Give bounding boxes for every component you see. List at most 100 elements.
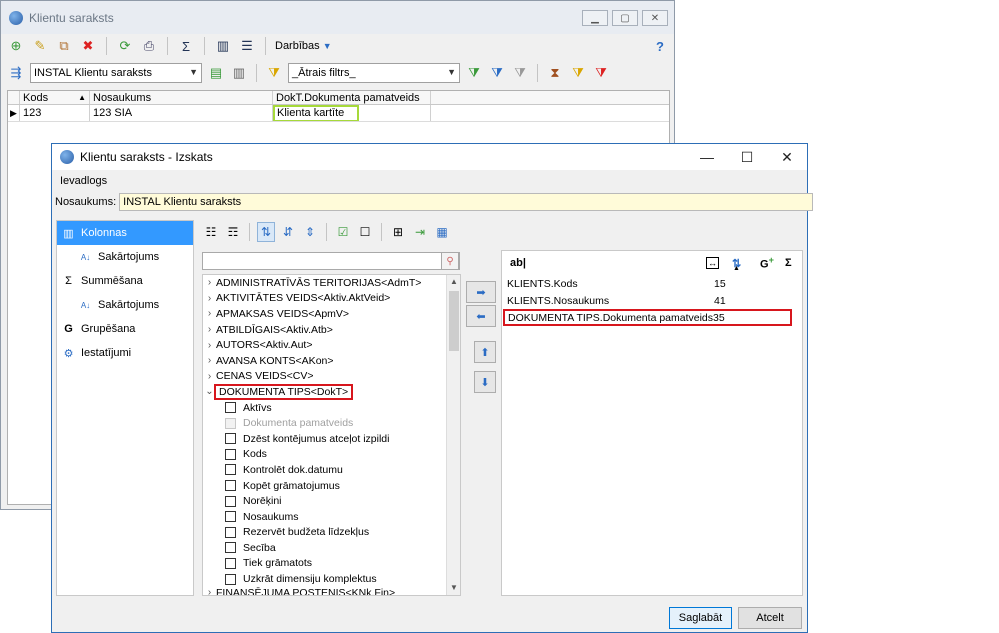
sum-filter-icon[interactable]: ⧩	[569, 64, 587, 82]
tree-field-item[interactable]: Dzēst kontējumus atceļot izpildi	[203, 431, 460, 447]
field-checkbox[interactable]	[225, 511, 236, 523]
minimize-button[interactable]: —	[687, 144, 727, 170]
list-icon[interactable]: ☷	[202, 222, 220, 242]
scroll-up-icon[interactable]: ▲	[447, 275, 460, 289]
nav-item-column-sort[interactable]: A↓ Sakārtojums	[57, 245, 193, 269]
selected-column-row[interactable]: KLIENTS.Kods 15	[502, 275, 802, 292]
tree-field-item[interactable]: Secība	[203, 540, 460, 556]
tree-field-item[interactable]: Dokumenta pamatveids	[203, 415, 460, 431]
column-header-kods[interactable]: Kods ▲	[20, 91, 90, 104]
selected-column-row-highlighted[interactable]: DOKUMENTA TIPS.Dokumenta pamatveids 35	[503, 309, 792, 326]
expand-tree-icon[interactable]: ⊞	[389, 222, 407, 242]
cancel-button[interactable]: Atcelt	[738, 607, 802, 629]
nav-item-settings[interactable]: ⚙ Iestatījumi	[57, 341, 193, 365]
sort-za-icon[interactable]: ⇵	[279, 222, 297, 242]
selected-column-row[interactable]: KLIENTS.Nosaukums 41	[502, 292, 802, 309]
cell-kods[interactable]: 123	[20, 105, 90, 121]
refresh-icon[interactable]: ⟳	[116, 37, 134, 55]
maximize-button[interactable]: ☐	[727, 144, 767, 170]
add-field-icon[interactable]: ⇥	[411, 222, 429, 242]
tree-field-item[interactable]: Kods	[203, 447, 460, 463]
manage-layouts-icon[interactable]: ▥	[230, 64, 248, 82]
nav-item-grouping[interactable]: G Grupēšana	[57, 317, 193, 341]
tree-scrollbar[interactable]: ▲ ▼	[446, 275, 460, 595]
close-button[interactable]: ✕	[642, 10, 668, 26]
field-checkbox[interactable]	[225, 464, 236, 476]
tree-group[interactable]: › AVANSA KONTS<AKon>	[203, 353, 460, 369]
field-settings-icon[interactable]: ▦	[433, 222, 451, 242]
field-search-input[interactable]: ⚲	[202, 252, 460, 270]
search-icon[interactable]: ⚲	[441, 252, 459, 270]
tree-field-item[interactable]: Kopēt grāmatojumus	[203, 478, 460, 494]
field-checkbox[interactable]	[225, 573, 236, 585]
field-checkbox[interactable]	[225, 557, 236, 569]
tree-group-cut-off[interactable]: › FINANSĒJUMA POSTENIS<KNk.Fin>	[203, 587, 460, 595]
tree-field-item[interactable]: Nosaukums	[203, 509, 460, 525]
field-checkbox[interactable]	[225, 526, 236, 538]
field-checkbox[interactable]	[225, 433, 236, 445]
tree-group[interactable]: › AKTIVITĀTES VEIDS<Aktiv.AktVeid>	[203, 291, 460, 307]
copy-icon[interactable]: ⧉	[55, 37, 73, 55]
cell-doktype[interactable]: Klienta kartīte	[273, 105, 431, 121]
filter-icon[interactable]: ⧩	[488, 64, 506, 82]
move-left-button[interactable]: ⬅	[466, 305, 496, 327]
edit-icon[interactable]: ✎	[31, 37, 49, 55]
column-header-doktype[interactable]: DokT.Dokumenta pamatveids	[273, 91, 431, 104]
layout-icon[interactable]: ☰	[238, 37, 256, 55]
name-field[interactable]	[119, 193, 814, 211]
print-icon[interactable]: ⎙	[140, 37, 158, 55]
tree-group[interactable]: › AUTORS<Aktiv.Aut>	[203, 337, 460, 353]
field-checkbox[interactable]	[225, 495, 236, 507]
filter-edit-icon[interactable]: ⧩	[265, 64, 283, 82]
column-header-nosaukums[interactable]: Nosaukums	[90, 91, 273, 104]
delete-icon[interactable]: ✖	[79, 37, 97, 55]
save-button[interactable]: Saglabāt	[669, 607, 732, 629]
actions-menu[interactable]: Darbības ▼	[275, 40, 332, 52]
field-checkbox[interactable]	[225, 448, 236, 460]
move-down-button[interactable]: ⬇	[474, 371, 496, 393]
tree-field-item[interactable]: Rezervēt budžeta līdzekļus	[203, 525, 460, 541]
tree-group[interactable]: › ADMINISTRATĪVĀS TERITORIJAS<AdmT>	[203, 275, 460, 291]
tree-field-item[interactable]: Tiek grāmatots	[203, 556, 460, 572]
scroll-thumb[interactable]	[449, 291, 459, 351]
tree-group[interactable]: › CENAS VEIDS<CV>	[203, 369, 460, 385]
move-right-button[interactable]: ➡	[466, 281, 496, 303]
tree-field-item[interactable]: Aktīvs	[203, 400, 460, 416]
columns-icon[interactable]: ▥	[214, 37, 232, 55]
sum-icon[interactable]: Σ	[177, 37, 195, 55]
scroll-down-icon[interactable]: ▼	[447, 581, 460, 595]
tree-group[interactable]: › APMAKSAS VEIDS<ApmV>	[203, 306, 460, 322]
check-all-icon[interactable]: ☑	[334, 222, 352, 242]
nav-item-summing[interactable]: Σ Summēšana	[57, 269, 193, 293]
cell-nosaukums[interactable]: 123 SIA	[90, 105, 273, 121]
add-icon[interactable]: ⊕	[7, 37, 25, 55]
move-up-button[interactable]: ⬆	[474, 341, 496, 363]
sort-toggle-icon[interactable]: ⇕	[301, 222, 319, 242]
menu-ievadlogs[interactable]: Ievadlogs	[60, 175, 107, 187]
field-checkbox[interactable]	[225, 542, 236, 554]
tree-field-item[interactable]: Norēķini	[203, 493, 460, 509]
field-checkbox[interactable]	[225, 480, 236, 492]
minimize-button[interactable]: ▁	[582, 10, 608, 26]
remove-filter-icon[interactable]: ⧩	[592, 64, 610, 82]
table-row[interactable]: ▶ 123 123 SIA Klienta kartīte	[8, 105, 669, 122]
help-icon[interactable]: ?	[651, 37, 669, 55]
tree-field-item[interactable]: Uzkrāt dimensiju komplektus	[203, 571, 460, 587]
uncheck-all-icon[interactable]: ☐	[356, 222, 374, 242]
filter-select[interactable]: _Ātrais filtrs_ ▼	[288, 63, 460, 83]
field-checkbox[interactable]	[225, 402, 236, 414]
tree-group[interactable]: › ATBILDĪGAIS<Aktiv.Atb>	[203, 322, 460, 338]
tree-list-icon[interactable]: ☶	[224, 222, 242, 242]
layout-select[interactable]: INSTAL Klientu saraksts ▼	[30, 63, 202, 83]
add-layout-icon[interactable]: ▤	[207, 64, 225, 82]
close-button[interactable]: ✕	[767, 144, 807, 170]
tree-field-item[interactable]: Kontrolēt dok.datumu	[203, 462, 460, 478]
nav-item-sum-sort[interactable]: A↓ Sakārtojums	[57, 293, 193, 317]
hourglass-icon[interactable]: ⧗	[546, 64, 564, 82]
nav-item-columns[interactable]: ▥ Kolonnas	[57, 221, 193, 245]
sort-az-icon[interactable]: ⇅	[257, 222, 275, 242]
tree-group-expanded[interactable]: ⌄ DOKUMENTA TIPS<DokT>	[203, 383, 460, 400]
clear-filter-icon[interactable]: ⧩	[511, 64, 529, 82]
add-filter-icon[interactable]: ⧩	[465, 64, 483, 82]
maximize-button[interactable]: ▢	[612, 10, 638, 26]
